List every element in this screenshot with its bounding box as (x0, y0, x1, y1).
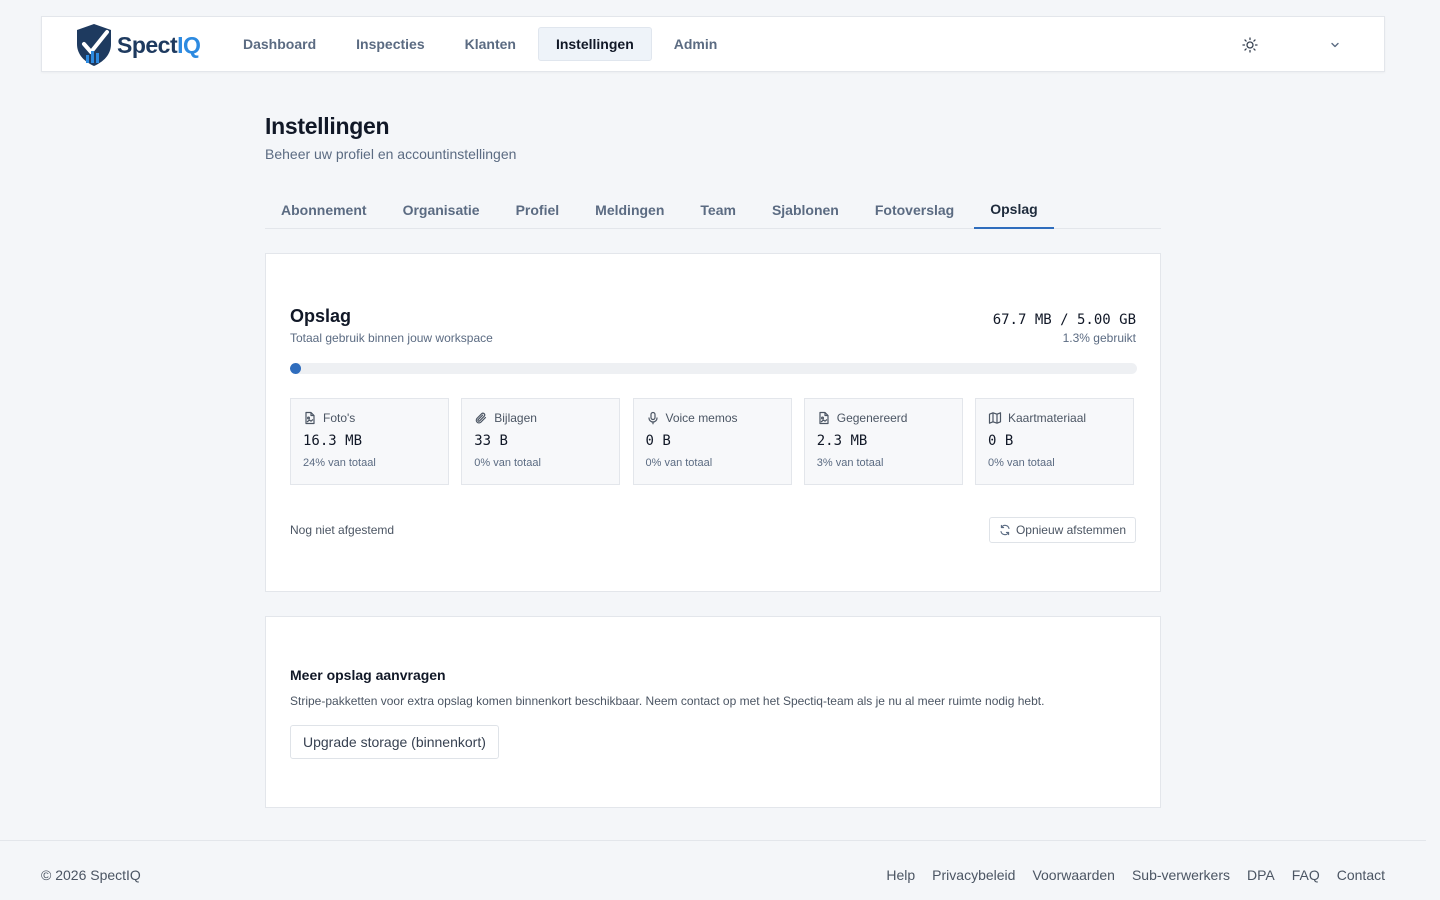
category-value: 16.3 MB (303, 433, 363, 449)
theme-toggle-button[interactable] (1240, 35, 1260, 55)
category-label: Bijlagen (494, 411, 537, 425)
tab-fotoverslag[interactable]: Fotoverslag (859, 190, 970, 229)
map-icon (988, 412, 1002, 424)
category-label: Gegenereerd (836, 411, 908, 425)
footer-link-voorwaarden[interactable]: Voorwaarden (1032, 867, 1115, 883)
file-image-icon (305, 411, 315, 425)
page-subtitle: Beheer uw profiel en accountinstellingen (265, 146, 517, 162)
category-header: Voice memos (646, 411, 738, 425)
tab-meldingen[interactable]: Meldingen (579, 190, 680, 229)
refresh-icon (1000, 524, 1010, 536)
upgrade-card: Meer opslag aanvragen Stripe-pakketten v… (265, 616, 1161, 808)
tab-team[interactable]: Team (684, 190, 752, 229)
footer-link-dpa[interactable]: DPA (1247, 867, 1275, 883)
storage-progress-fill (290, 363, 301, 374)
spectiq-logo[interactable]: SpectIQ (74, 22, 201, 68)
category-value: 33 B (474, 433, 508, 449)
tab-profiel[interactable]: Profiel (500, 190, 576, 229)
paperclip-icon (475, 412, 487, 424)
category-share: 0% van totaal (988, 457, 1055, 469)
category-header: Gegenereerd (817, 411, 908, 425)
footer-links: Help Privacybeleid Voorwaarden Sub-verwe… (869, 867, 1385, 883)
category-header: Kaartmateriaal (988, 411, 1086, 425)
footer-link-privacybeleid[interactable]: Privacybeleid (932, 867, 1015, 883)
footer-link-help[interactable]: Help (886, 867, 915, 883)
nav-item-inspecties[interactable]: Inspecties (338, 27, 442, 61)
tab-organisatie[interactable]: Organisatie (387, 190, 496, 229)
upgrade-title: Meer opslag aanvragen (290, 667, 446, 683)
nav-item-dashboard[interactable]: Dashboard (225, 27, 334, 61)
category-card-gegenereerd: Gegenereerd 2.3 MB 3% van totaal (803, 398, 963, 485)
footer: © 2026 SpectIQ Help Privacybeleid Voorwa… (0, 840, 1426, 900)
footer-link-faq[interactable]: FAQ (1292, 867, 1320, 883)
main-nav: Dashboard Inspecties Klanten Instellinge… (225, 27, 739, 61)
storage-categories: Foto's 16.3 MB 24% van totaal Bijlagen 3… (290, 398, 1134, 485)
footer-link-sub-verwerkers[interactable]: Sub-verwerkers (1132, 867, 1230, 883)
category-card-voice-memos: Voice memos 0 B 0% van totaal (632, 398, 792, 485)
resync-button[interactable]: Opnieuw afstemmen (988, 517, 1136, 543)
logo-wordmark: SpectIQ (117, 31, 201, 58)
category-share: 24% van totaal (303, 457, 376, 469)
tab-opslag[interactable]: Opslag (974, 190, 1054, 229)
category-card-bijlagen: Bijlagen 33 B 0% van totaal (461, 398, 621, 485)
category-label: Voice memos (665, 411, 738, 425)
footer-copyright: © 2026 SpectIQ (41, 867, 141, 883)
storage-usage: 67.7 MB / 5.00 GB (992, 312, 1136, 328)
nav-item-admin[interactable]: Admin (656, 27, 736, 61)
tab-abonnement[interactable]: Abonnement (265, 190, 383, 229)
category-header: Bijlagen (474, 411, 537, 425)
storage-subtitle: Totaal gebruik binnen jouw workspace (290, 331, 493, 345)
storage-progress-bar (290, 363, 1137, 374)
file-image-icon (819, 411, 829, 425)
shield-check-logo-icon (77, 24, 111, 66)
nav-item-instellingen[interactable]: Instellingen (537, 27, 652, 61)
sun-icon (1242, 37, 1258, 53)
upgrade-description: Stripe-pakketten voor extra opslag komen… (290, 694, 1045, 708)
page-title: Instellingen (265, 113, 390, 139)
storage-title: Opslag (290, 306, 352, 326)
chevron-down-icon (1331, 42, 1339, 48)
category-header: Foto's (303, 411, 355, 425)
category-card-fotos: Foto's 16.3 MB 24% van totaal (290, 398, 449, 485)
storage-card: Opslag Totaal gebruik binnen jouw worksp… (265, 253, 1161, 592)
nav-item-klanten[interactable]: Klanten (447, 27, 534, 61)
tab-sjablonen[interactable]: Sjablonen (756, 190, 855, 229)
upgrade-storage-button[interactable]: Upgrade storage (binnenkort) (290, 725, 499, 759)
category-value: 2.3 MB (816, 433, 868, 449)
category-value: 0 B (988, 433, 1014, 449)
resync-button-label: Opnieuw afstemmen (1015, 523, 1126, 537)
category-value: 0 B (645, 433, 671, 449)
settings-tabs: Abonnement Organisatie Profiel Meldingen… (265, 190, 1161, 229)
footer-link-contact[interactable]: Contact (1337, 867, 1385, 883)
top-navigation-bar: SpectIQ Dashboard Inspecties Klanten Ins… (41, 16, 1385, 72)
category-card-kaartmateriaal: Kaartmateriaal 0 B 0% van totaal (975, 398, 1134, 485)
category-share: 0% van totaal (645, 457, 713, 469)
microphone-icon (647, 411, 658, 425)
sync-status: Nog niet afgestemd (290, 523, 395, 537)
user-menu-dropdown[interactable] (1325, 35, 1345, 55)
category-label: Kaartmateriaal (1008, 411, 1087, 425)
category-share: 3% van totaal (816, 457, 884, 469)
category-label: Foto's (323, 411, 356, 425)
category-share: 0% van totaal (474, 457, 541, 469)
storage-percent: 1.3% gebruikt (1062, 331, 1136, 345)
